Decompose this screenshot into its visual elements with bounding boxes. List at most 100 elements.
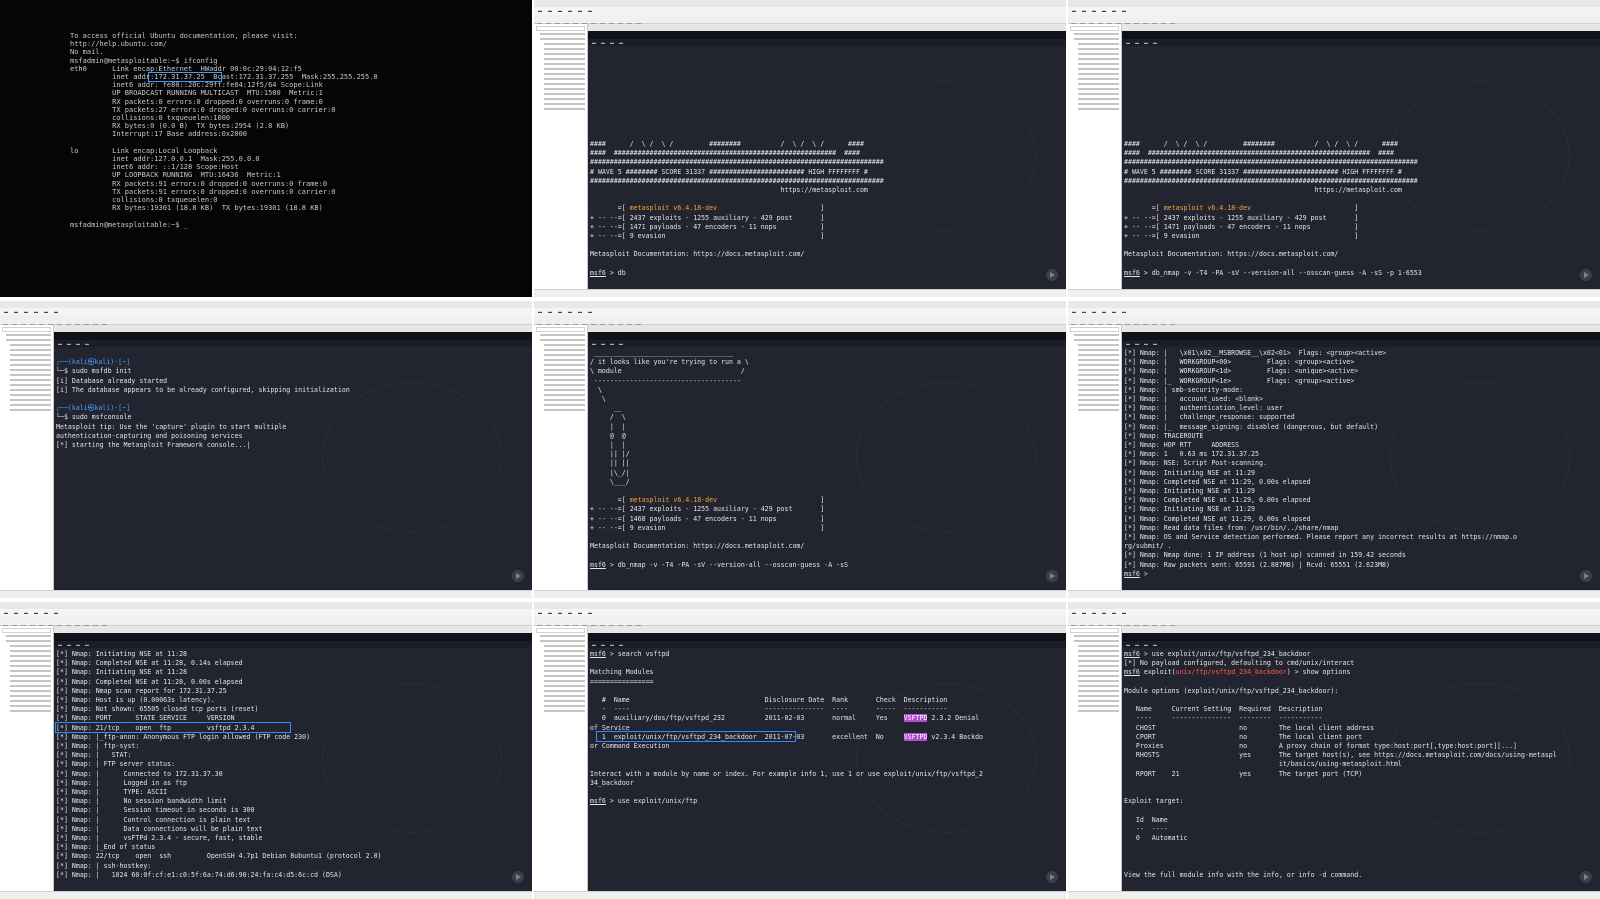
library-tree-item[interactable] — [544, 364, 585, 366]
terminal-menu-item[interactable]: ▬ — [85, 341, 89, 346]
library-tree-item[interactable] — [1078, 695, 1119, 697]
terminal-menu-item[interactable]: ▬ — [1135, 642, 1139, 647]
library-tree-item[interactable] — [544, 650, 585, 652]
library-tree-item[interactable] — [10, 665, 51, 667]
library-search-input[interactable] — [2, 327, 51, 332]
library-tree-item[interactable] — [544, 93, 585, 95]
library-tree-item[interactable] — [544, 78, 585, 80]
vm-menu-item[interactable]: ▬ — [548, 8, 552, 13]
library-search-input[interactable] — [1070, 26, 1119, 31]
library-tree-item[interactable] — [10, 705, 51, 707]
play-overlay-icon[interactable] — [1046, 269, 1058, 281]
library-tree-item[interactable] — [544, 695, 585, 697]
library-tree-item[interactable] — [1074, 33, 1119, 35]
library-tree-item[interactable] — [1078, 690, 1119, 692]
library-tree-item[interactable] — [10, 344, 51, 346]
library-tree-item[interactable] — [540, 640, 585, 642]
vm-menu-item[interactable]: ▬ — [1072, 8, 1076, 13]
library-tree-item[interactable] — [544, 399, 585, 401]
terminal-menu-item[interactable]: ▬ — [67, 341, 71, 346]
vm-menu-item[interactable]: ▬ — [548, 309, 552, 314]
terminal-menu-item[interactable]: ▬ — [1144, 642, 1148, 647]
library-tree-item[interactable] — [544, 700, 585, 702]
terminal-output[interactable]: ___________________________________ / it… — [590, 349, 1064, 588]
terminal-menu-item[interactable]: ▬ — [601, 40, 605, 45]
terminal-output[interactable]: [*] Nmap: | \x01\x02__MSBROWSE__\x02<01>… — [1124, 349, 1598, 588]
vm-menu-item[interactable]: ▬ — [568, 610, 572, 615]
library-tree-item[interactable] — [544, 645, 585, 647]
library-tree-item[interactable] — [10, 655, 51, 657]
library-tree-item[interactable] — [544, 705, 585, 707]
library-tree-item[interactable] — [544, 103, 585, 105]
library-tree-item[interactable] — [544, 359, 585, 361]
vm-menu-item[interactable]: ▬ — [44, 309, 48, 314]
library-tree-item[interactable] — [10, 710, 51, 712]
library-tree-item[interactable] — [544, 369, 585, 371]
library-tree-item[interactable] — [544, 404, 585, 406]
terminal-menu-item[interactable]: ▬ — [601, 642, 605, 647]
vm-menu-item[interactable]: ▬ — [578, 610, 582, 615]
vm-menu-item[interactable]: ▬ — [1072, 610, 1076, 615]
vm-menu-item[interactable]: ▬ — [54, 309, 58, 314]
play-overlay-icon[interactable] — [512, 570, 524, 582]
library-search-input[interactable] — [536, 628, 585, 633]
vm-menu-item[interactable]: ▬ — [588, 8, 592, 13]
library-tree-item[interactable] — [540, 33, 585, 35]
terminal-menu-item[interactable]: ▬ — [1126, 642, 1130, 647]
vm-menu-item[interactable]: ▬ — [1112, 309, 1116, 314]
library-tree-item[interactable] — [1078, 63, 1119, 65]
library-tree-item[interactable] — [1078, 399, 1119, 401]
library-tree-item[interactable] — [10, 364, 51, 366]
terminal-menu-item[interactable]: ▬ — [76, 341, 80, 346]
library-tree-item[interactable] — [1078, 389, 1119, 391]
terminal-menu-item[interactable]: ▬ — [1153, 642, 1157, 647]
play-overlay-icon[interactable] — [512, 871, 524, 883]
library-tree-item[interactable] — [10, 379, 51, 381]
vm-menu-item[interactable]: ▬ — [1072, 309, 1076, 314]
vm-menu-item[interactable]: ▬ — [538, 610, 542, 615]
vm-menu-item[interactable]: ▬ — [1112, 8, 1116, 13]
library-tree-item[interactable] — [1078, 705, 1119, 707]
library-tree-item[interactable] — [544, 48, 585, 50]
terminal-menu-item[interactable]: ▬ — [76, 642, 80, 647]
library-tree-item[interactable] — [10, 690, 51, 692]
library-tree-item[interactable] — [1078, 675, 1119, 677]
library-tree-item[interactable] — [1078, 379, 1119, 381]
library-tree-item[interactable] — [544, 710, 585, 712]
library-tree-item[interactable] — [544, 374, 585, 376]
library-tree-item[interactable] — [6, 640, 51, 642]
terminal-menu-item[interactable]: ▬ — [592, 341, 596, 346]
library-tree-item[interactable] — [1074, 640, 1119, 642]
library-tree-item[interactable] — [10, 660, 51, 662]
terminal-output[interactable]: msf6 > search vsftpd Matching Modules ==… — [590, 650, 1064, 889]
library-tree-item[interactable] — [544, 58, 585, 60]
library-tree-item[interactable] — [1078, 384, 1119, 386]
terminal-menu-item[interactable]: ▬ — [1153, 40, 1157, 45]
vm-menu-item[interactable]: ▬ — [558, 309, 562, 314]
library-tree-item[interactable] — [544, 655, 585, 657]
terminal-menu-item[interactable]: ▬ — [1135, 40, 1139, 45]
vm-menu-item[interactable]: ▬ — [44, 610, 48, 615]
library-tree-item[interactable] — [540, 339, 585, 341]
terminal-menu-item[interactable]: ▬ — [619, 642, 623, 647]
library-tree-item[interactable] — [1078, 48, 1119, 50]
library-tree-item[interactable] — [10, 349, 51, 351]
library-tree-item[interactable] — [544, 83, 585, 85]
terminal-output[interactable]: msf6 > use exploit/unix/ftp/vsftpd_234_b… — [1124, 650, 1598, 889]
library-tree-item[interactable] — [1078, 98, 1119, 100]
library-tree-item[interactable] — [1078, 665, 1119, 667]
library-tree-item[interactable] — [1078, 73, 1119, 75]
terminal-menu-item[interactable]: ▬ — [1153, 341, 1157, 346]
library-tree-item[interactable] — [10, 650, 51, 652]
library-tree-item[interactable] — [544, 685, 585, 687]
terminal-menu-item[interactable]: ▬ — [67, 642, 71, 647]
vm-menu-item[interactable]: ▬ — [588, 610, 592, 615]
vm-menu-item[interactable]: ▬ — [588, 309, 592, 314]
library-tree-item[interactable] — [1078, 344, 1119, 346]
library-tree-item[interactable] — [10, 670, 51, 672]
terminal-menu-item[interactable]: ▬ — [610, 642, 614, 647]
vm-menu-item[interactable]: ▬ — [24, 309, 28, 314]
library-tree-item[interactable] — [1078, 670, 1119, 672]
library-tree-item[interactable] — [544, 354, 585, 356]
terminal-menu-item[interactable]: ▬ — [601, 341, 605, 346]
